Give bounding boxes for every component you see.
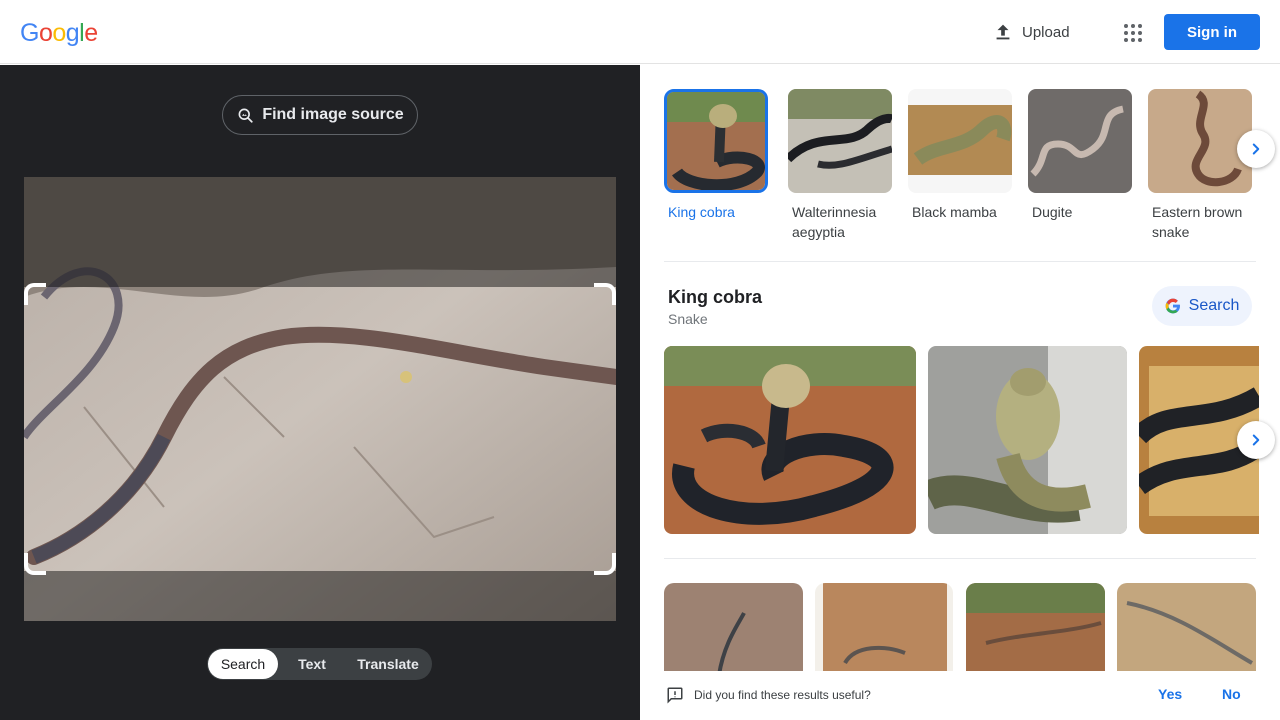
- upload-icon: [996, 24, 1010, 40]
- entity-label: King cobra: [668, 204, 735, 220]
- knowledge-images-next-button[interactable]: [1237, 421, 1275, 459]
- logo-letter: o: [38, 19, 53, 47]
- entity-label: Walterinnesia aegyptia: [792, 204, 877, 240]
- entity-chip[interactable]: Dugite: [1028, 89, 1132, 222]
- crop-handle-bottom-left[interactable]: [24, 553, 46, 575]
- image-search-icon: [238, 108, 253, 123]
- mode-translate-tab[interactable]: Translate: [346, 649, 430, 679]
- feedback-no-button[interactable]: No: [1222, 686, 1241, 702]
- entity-carousel-next-button[interactable]: [1237, 130, 1275, 168]
- mode-search-tab[interactable]: Search: [208, 649, 278, 679]
- upload-label: Upload: [1022, 23, 1070, 41]
- entity-label: Eastern brown snake: [1152, 204, 1243, 240]
- top-bar: Google Upload Sign in: [0, 0, 1280, 64]
- entity-label: Dugite: [1032, 204, 1073, 220]
- apps-grid-icon[interactable]: [1118, 18, 1146, 46]
- chevron-right-icon: [1252, 434, 1260, 446]
- entity-chip[interactable]: Walterinnesia aegyptia: [788, 89, 892, 242]
- knowledge-title: King cobra: [668, 287, 763, 307]
- entity-label: Black mamba: [912, 204, 997, 220]
- knowledge-image[interactable]: [928, 346, 1127, 534]
- entity-chip[interactable]: King cobra: [664, 89, 768, 222]
- feedback-question: Did you find these results useful?: [694, 688, 871, 702]
- entity-chip[interactable]: Black mamba: [908, 89, 1012, 222]
- knowledge-subtitle: Snake: [668, 311, 708, 327]
- feedback-bar: Did you find these results useful? Yes N…: [640, 671, 1280, 720]
- upload-button[interactable]: Upload: [992, 20, 1070, 44]
- visual-match-image[interactable]: [815, 583, 953, 675]
- feedback-yes-button[interactable]: Yes: [1158, 686, 1182, 702]
- feedback-icon: [667, 687, 683, 704]
- google-g-icon: [1165, 298, 1180, 314]
- mode-text-tab[interactable]: Text: [278, 649, 346, 679]
- find-image-source-label: Find image source: [262, 106, 404, 123]
- visual-match-image[interactable]: [966, 583, 1105, 675]
- divider: [664, 558, 1256, 559]
- entity-chip[interactable]: Eastern brown snake: [1148, 89, 1252, 242]
- visual-match-image[interactable]: [1117, 583, 1256, 675]
- google-logo[interactable]: Google: [20, 19, 98, 48]
- entity-thumbnail: [1028, 89, 1132, 193]
- logo-letter: G: [20, 19, 39, 47]
- entity-carousel: King cobra Walterinnesia aegyptia Black …: [664, 89, 1264, 249]
- search-entity-button[interactable]: Search: [1152, 286, 1252, 326]
- crop-handle-bottom-right[interactable]: [594, 553, 616, 575]
- uploaded-snake-image[interactable]: [24, 177, 616, 621]
- lens-mode-toggle: Search Text Translate: [207, 648, 432, 680]
- logo-letter: o: [52, 19, 66, 47]
- crop-handle-top-right[interactable]: [594, 283, 616, 305]
- entity-thumbnail: [664, 89, 768, 193]
- logo-letter: g: [65, 19, 80, 47]
- sign-in-button[interactable]: Sign in: [1164, 14, 1260, 50]
- entity-thumbnail: [788, 89, 892, 193]
- crop-handle-top-left[interactable]: [24, 283, 46, 305]
- search-chip-label: Search: [1188, 297, 1240, 314]
- visual-match-image[interactable]: [664, 583, 803, 675]
- chevron-right-icon: [1252, 143, 1260, 155]
- divider: [664, 261, 1256, 262]
- entity-thumbnail: [908, 89, 1012, 193]
- lens-image-pane: Find image source Search Text Translate: [0, 65, 640, 720]
- logo-letter: e: [84, 19, 98, 47]
- knowledge-image[interactable]: [664, 346, 916, 534]
- results-pane: King cobra Walterinnesia aegyptia Black …: [640, 65, 1280, 720]
- entity-thumbnail: [1148, 89, 1252, 193]
- find-image-source-button[interactable]: Find image source: [222, 95, 418, 135]
